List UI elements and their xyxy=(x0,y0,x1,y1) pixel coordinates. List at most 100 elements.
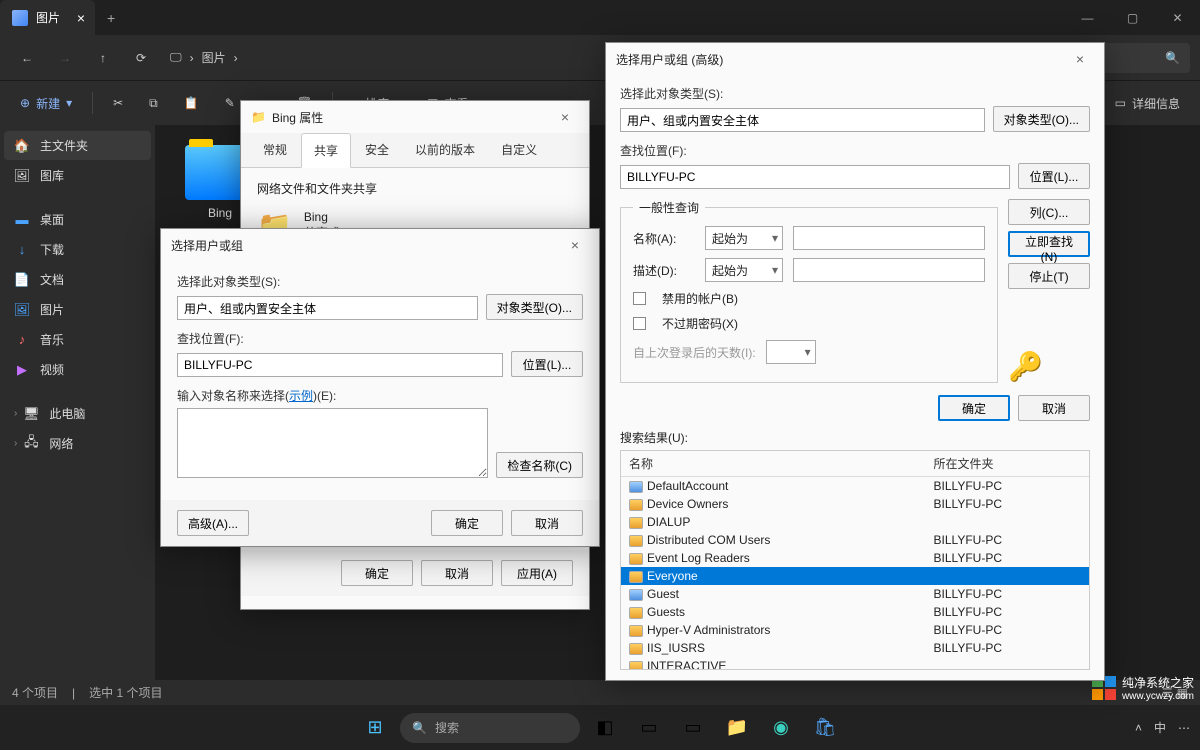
sidebar-item-home[interactable]: 🏠主文件夹 xyxy=(4,131,151,160)
ok-button[interactable]: 确定 xyxy=(341,560,413,586)
close-dialog-button[interactable]: × xyxy=(1066,51,1094,67)
plus-circle-icon: ⊕ xyxy=(20,96,30,110)
up-button[interactable]: ↑ xyxy=(86,41,120,75)
locations-button[interactable]: 位置(L)... xyxy=(1018,163,1090,189)
non-expiring-password-checkbox[interactable] xyxy=(633,317,646,330)
close-window-button[interactable]: ✕ xyxy=(1155,0,1200,35)
tab-pictures[interactable]: 图片 × xyxy=(0,0,95,35)
locations-button[interactable]: 位置(L)... xyxy=(511,351,583,377)
ok-button[interactable]: 确定 xyxy=(938,395,1010,421)
object-type-input[interactable] xyxy=(177,296,478,320)
close-tab-icon[interactable]: × xyxy=(77,10,85,26)
tab-customize[interactable]: 自定义 xyxy=(489,133,549,167)
paste-button[interactable]: 📋 xyxy=(174,87,209,119)
dialog-titlebar[interactable]: 选择用户或组 × xyxy=(161,229,599,261)
new-button[interactable]: ⊕ 新建 ▾ xyxy=(10,87,82,119)
object-types-button[interactable]: 对象类型(O)... xyxy=(486,294,583,320)
taskbar-search[interactable]: 🔍搜索 xyxy=(400,713,580,743)
description-match-select[interactable]: 起始为 xyxy=(705,258,783,282)
cancel-button[interactable]: 取消 xyxy=(1018,395,1090,421)
table-row[interactable]: Everyone xyxy=(621,567,1089,585)
location-input[interactable] xyxy=(620,165,1010,189)
minimize-button[interactable]: ― xyxy=(1065,0,1110,35)
forward-button[interactable]: → xyxy=(48,41,82,75)
stop-button[interactable]: 停止(T) xyxy=(1008,263,1090,289)
back-button[interactable]: ← xyxy=(10,41,44,75)
column-name[interactable]: 名称 xyxy=(621,451,926,477)
ime-indicator[interactable]: 中 xyxy=(1154,719,1166,736)
sidebar-item-network[interactable]: ›🖧网络 xyxy=(4,429,151,458)
pictures-icon: 🖼 xyxy=(14,302,30,318)
column-folder[interactable]: 所在文件夹 xyxy=(926,451,1089,477)
status-bar: 4 个项目 | 选中 1 个项目 ☰ ▦ xyxy=(0,680,1200,705)
divider xyxy=(92,92,93,114)
dialog-titlebar[interactable]: 选择用户或组 (高级) × xyxy=(606,43,1104,75)
group-icon xyxy=(629,571,643,583)
tray-more[interactable]: ⋯ xyxy=(1178,721,1190,735)
sidebar-item-this-pc[interactable]: ›🖥此电脑 xyxy=(4,399,151,428)
table-row[interactable]: Device OwnersBILLYFU-PC xyxy=(621,495,1089,513)
table-row[interactable]: Event Log ReadersBILLYFU-PC xyxy=(621,549,1089,567)
table-row[interactable]: DIALUP xyxy=(621,513,1089,531)
taskbar-app[interactable]: ▭ xyxy=(630,709,668,747)
table-row[interactable]: GuestBILLYFU-PC xyxy=(621,585,1089,603)
table-row[interactable]: GuestsBILLYFU-PC xyxy=(621,603,1089,621)
find-now-button[interactable]: 立即查找(N) xyxy=(1008,231,1090,257)
breadcrumb-item[interactable]: 图片 xyxy=(202,49,226,66)
taskbar-store[interactable]: 🛍 xyxy=(806,709,844,747)
section-heading: 网络文件和文件夹共享 xyxy=(257,180,573,197)
tab-previous-versions[interactable]: 以前的版本 xyxy=(403,133,487,167)
close-dialog-button[interactable]: × xyxy=(561,237,589,253)
sidebar-item-documents[interactable]: 📄文档 xyxy=(4,265,151,294)
name-match-select[interactable]: 起始为 xyxy=(705,226,783,250)
advanced-button[interactable]: 高级(A)... xyxy=(177,510,249,536)
ok-button[interactable]: 确定 xyxy=(431,510,503,536)
close-dialog-button[interactable]: × xyxy=(551,109,579,125)
refresh-button[interactable]: ⟳ xyxy=(124,41,158,75)
sidebar-item-desktop[interactable]: ▬桌面 xyxy=(4,205,151,234)
object-names-input[interactable] xyxy=(177,408,488,478)
sidebar-item-music[interactable]: ♪音乐 xyxy=(4,325,151,354)
breadcrumb[interactable]: 🖵 › 图片 › xyxy=(170,49,238,66)
copy-button[interactable]: ⧉ xyxy=(139,87,168,119)
taskbar-edge[interactable]: ◉ xyxy=(762,709,800,747)
cancel-button[interactable]: 取消 xyxy=(421,560,493,586)
tab-security[interactable]: 安全 xyxy=(353,133,401,167)
network-icon: 🖧 xyxy=(23,436,39,452)
pc-icon: 🖥 xyxy=(23,406,39,422)
sidebar-item-downloads[interactable]: ↓下载 xyxy=(4,235,151,264)
disabled-accounts-checkbox[interactable] xyxy=(633,292,646,305)
examples-link[interactable]: 示例 xyxy=(289,389,313,403)
description-input[interactable] xyxy=(793,258,985,282)
dialog-titlebar[interactable]: 📁 Bing 属性 × xyxy=(241,101,589,133)
sidebar-item-pictures[interactable]: 🖼图片 xyxy=(4,295,151,324)
start-button[interactable]: ⊞ xyxy=(356,709,394,747)
tray-chevron-icon[interactable]: ˄ xyxy=(1135,721,1142,735)
chevron-right-icon: › xyxy=(234,51,238,65)
location-label: 查找位置(F): xyxy=(177,330,583,347)
sidebar-item-gallery[interactable]: 🖼图库 xyxy=(4,161,151,190)
table-row[interactable]: Distributed COM UsersBILLYFU-PC xyxy=(621,531,1089,549)
sidebar-item-videos[interactable]: ▶视频 xyxy=(4,355,151,384)
maximize-button[interactable]: ▢ xyxy=(1110,0,1155,35)
location-input[interactable] xyxy=(177,353,503,377)
object-type-input[interactable] xyxy=(620,108,985,132)
object-types-button[interactable]: 对象类型(O)... xyxy=(993,106,1090,132)
apply-button[interactable]: 应用(A) xyxy=(501,560,573,586)
task-view-button[interactable]: ◧ xyxy=(586,709,624,747)
taskbar-explorer[interactable]: 📁 xyxy=(718,709,756,747)
tab-share[interactable]: 共享 xyxy=(301,133,351,168)
cancel-button[interactable]: 取消 xyxy=(511,510,583,536)
new-tab-button[interactable]: + xyxy=(95,10,127,26)
table-row[interactable]: IIS_IUSRSBILLYFU-PC xyxy=(621,639,1089,657)
check-names-button[interactable]: 检查名称(C) xyxy=(496,452,583,478)
table-row[interactable]: INTERACTIVE xyxy=(621,657,1089,670)
table-row[interactable]: Hyper-V AdministratorsBILLYFU-PC xyxy=(621,621,1089,639)
columns-button[interactable]: 列(C)... xyxy=(1008,199,1090,225)
taskbar-app[interactable]: ▭ xyxy=(674,709,712,747)
details-pane-button[interactable]: ▭ 详细信息 xyxy=(1105,87,1190,119)
name-input[interactable] xyxy=(793,226,985,250)
cut-button[interactable]: ✂ xyxy=(103,87,133,119)
tab-general[interactable]: 常规 xyxy=(251,133,299,167)
table-row[interactable]: DefaultAccountBILLYFU-PC xyxy=(621,477,1089,496)
